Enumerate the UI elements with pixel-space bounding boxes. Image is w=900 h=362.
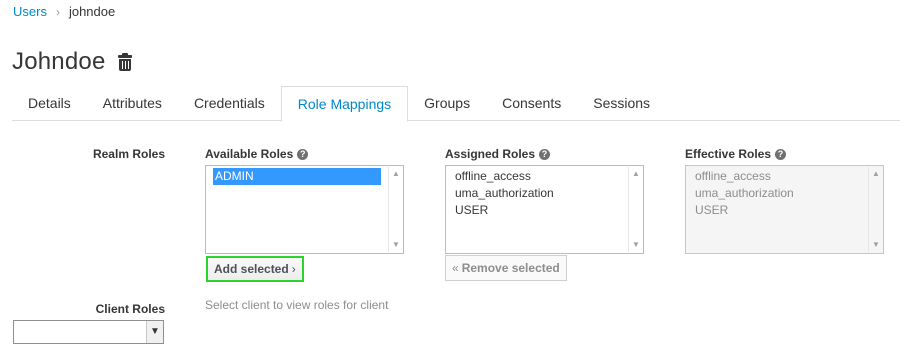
scroll-down-icon[interactable]: ▼ [629, 239, 643, 251]
list-item: USER [695, 203, 729, 217]
assigned-roles-label: Assigned Roles [445, 147, 536, 161]
effective-roles-heading: Effective Roles ? [685, 147, 787, 161]
effective-roles-list: offline_access uma_authorization USER ▲ … [685, 165, 884, 254]
scroll-down-icon: ▼ [872, 240, 880, 249]
list-item: uma_authorization [695, 186, 794, 200]
breadcrumb: Users › johndoe [13, 4, 115, 19]
double-chevron-left-icon: « [452, 261, 459, 275]
assigned-roles-heading: Assigned Roles ? [445, 147, 551, 161]
page-title: Johndoe [12, 48, 106, 75]
list-item[interactable]: USER [453, 202, 621, 219]
help-icon[interactable]: ? [775, 148, 787, 160]
breadcrumb-current: johndoe [68, 4, 116, 19]
client-roles-hint: Select client to view roles for client [205, 298, 389, 312]
add-selected-button[interactable]: Add selected › [206, 256, 304, 282]
scroll-up-icon[interactable]: ▲ [389, 168, 403, 180]
available-roles-label: Available Roles [205, 147, 294, 161]
help-icon[interactable]: ? [539, 148, 551, 160]
tab-groups[interactable]: Groups [408, 86, 486, 121]
tab-credentials[interactable]: Credentials [178, 86, 281, 121]
realm-roles-label: Realm Roles [92, 147, 165, 161]
assigned-roles-list[interactable]: offline_access uma_authorization USER ▲ … [445, 165, 644, 254]
scroll-up-icon[interactable]: ▲ [629, 168, 643, 180]
tab-bar: Details Attributes Credentials Role Mapp… [12, 86, 900, 122]
breadcrumb-separator: › [55, 4, 60, 19]
page-header: Johndoe [12, 48, 132, 76]
scroll-down-icon[interactable]: ▼ [389, 239, 403, 251]
client-select[interactable]: ▼ [13, 320, 164, 344]
effective-roles-label: Effective Roles [685, 147, 772, 161]
chevron-down-icon[interactable]: ▼ [146, 321, 163, 343]
remove-selected-label: Remove selected [461, 261, 560, 275]
list-item[interactable]: ADMIN [213, 168, 381, 185]
scrollbar: ▲ ▼ [868, 167, 882, 252]
list-item: offline_access [695, 169, 771, 183]
scroll-up-icon: ▲ [872, 169, 880, 178]
scrollbar[interactable]: ▲ ▼ [628, 167, 642, 252]
tab-consents[interactable]: Consents [486, 86, 577, 121]
tab-details[interactable]: Details [12, 86, 87, 121]
available-roles-list[interactable]: ADMIN ▲ ▼ [205, 165, 404, 254]
list-item[interactable]: offline_access [453, 168, 621, 185]
tab-role-mappings[interactable]: Role Mappings [280, 86, 409, 122]
breadcrumb-users-link[interactable]: Users [13, 4, 47, 19]
chevron-right-icon: › [291, 262, 296, 276]
add-selected-label: Add selected [214, 262, 289, 276]
help-icon[interactable]: ? [297, 148, 309, 160]
list-item[interactable]: uma_authorization [453, 185, 621, 202]
remove-selected-button[interactable]: « Remove selected [445, 255, 567, 281]
scrollbar[interactable]: ▲ ▼ [388, 167, 402, 252]
tab-sessions[interactable]: Sessions [577, 86, 666, 121]
tab-attributes[interactable]: Attributes [87, 86, 178, 121]
client-roles-label: Client Roles [95, 302, 165, 316]
trash-icon[interactable] [117, 53, 132, 71]
available-roles-heading: Available Roles ? [205, 147, 309, 161]
